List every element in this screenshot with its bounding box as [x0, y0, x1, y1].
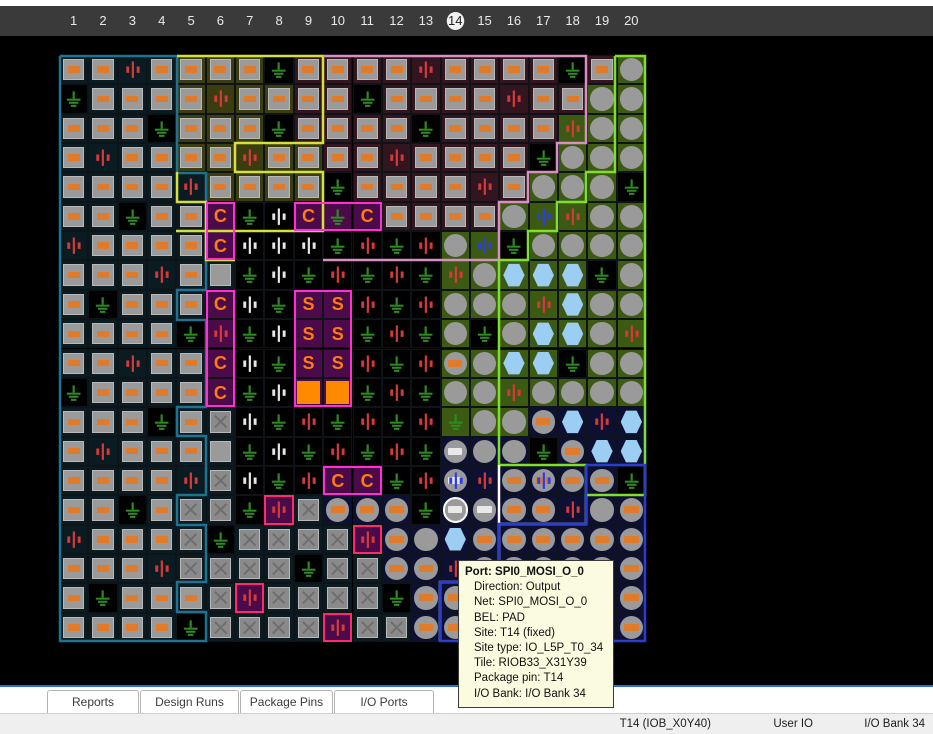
- tooltip-port-row: Port: SPI0_MOSI_O_0: [465, 566, 584, 578]
- column-header-14[interactable]: 14: [440, 6, 470, 36]
- tooltip-row: Net: SPI0_MOSI_O_0: [474, 596, 588, 609]
- tooltip-row: Site: T14 (fixed): [474, 626, 555, 639]
- tooltip-row: Site type: IO_L5P_T0_34: [474, 642, 604, 655]
- column-header-13[interactable]: 13: [411, 6, 440, 36]
- status-item: User IO: [773, 718, 813, 730]
- tab-reports[interactable]: Reports: [47, 690, 139, 715]
- column-ruler: 1 2 3 4 5 6 7 8 9 10 11 12 13 14 15 16 17 18 19 20: [0, 6, 933, 36]
- column-header-1[interactable]: 1: [59, 6, 88, 36]
- column-header-2[interactable]: 2: [88, 6, 117, 36]
- tab-package-pins[interactable]: Package Pins: [240, 690, 333, 715]
- column-header-7[interactable]: 7: [235, 6, 264, 36]
- column-header-9[interactable]: 9: [294, 6, 323, 36]
- pin-tooltip: Port: SPI0_MOSI_O_0 Direction: Output Net:…: [458, 560, 614, 708]
- tab-design-runs[interactable]: Design Runs: [140, 690, 239, 715]
- tooltip-row: Tile: RIOB33_X31Y39: [474, 657, 587, 670]
- column-header-20[interactable]: 20: [617, 6, 646, 36]
- tooltip-row: Package pin: T14: [474, 672, 564, 685]
- status-item: T14 (IOB_X0Y40): [619, 718, 711, 730]
- status-bar: T14 (IOB_X0Y40) User IO I/O Bank 34: [0, 713, 933, 734]
- column-header-3[interactable]: 3: [118, 6, 147, 36]
- column-header-12[interactable]: 12: [382, 6, 411, 36]
- bank-boundaries: [58, 54, 647, 643]
- tooltip-row: BEL: PAD: [474, 611, 525, 624]
- status-item: I/O Bank 34: [864, 718, 925, 730]
- column-header-19[interactable]: 19: [587, 6, 616, 36]
- column-header-16[interactable]: 16: [499, 6, 528, 36]
- tooltip-row: Direction: Output: [474, 581, 561, 594]
- column-header-10[interactable]: 10: [323, 6, 352, 36]
- column-header-6[interactable]: 6: [206, 6, 235, 36]
- column-header-18[interactable]: 18: [558, 6, 587, 36]
- column-header-4[interactable]: 4: [147, 6, 176, 36]
- column-header-8[interactable]: 8: [264, 6, 293, 36]
- tab-i-o-ports[interactable]: I/O Ports: [334, 690, 434, 715]
- package-pins-view: 1 2 3 4 5 6 7 8 9 10 11 12 13 14 15 16 17 18 19 20 CCCCCSSS…: [0, 0, 933, 734]
- column-header-17[interactable]: 17: [529, 6, 558, 36]
- column-header-15[interactable]: 15: [470, 6, 499, 36]
- column-header-11[interactable]: 11: [353, 6, 382, 36]
- package-canvas[interactable]: CCCCCSSSSCSSCCC Port: SPI0_MOSI_O_0 Direc…: [0, 36, 933, 708]
- tooltip-row: I/O Bank: I/O Bank 34: [474, 687, 586, 700]
- column-header-5[interactable]: 5: [176, 6, 205, 36]
